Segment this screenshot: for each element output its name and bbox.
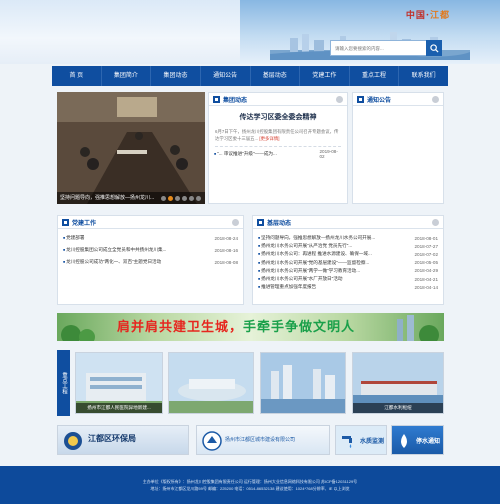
panel-header: 党建工作 — [58, 216, 243, 229]
link-title: 扬州市江都区城市建设有限公司 — [225, 437, 296, 443]
more-link[interactable]: [更多详情] — [259, 136, 279, 141]
project-caption: 扬州市江都人民医院异地新建... — [76, 403, 162, 413]
search-box — [330, 40, 442, 56]
slide-dot[interactable] — [168, 196, 173, 201]
section-icon — [62, 218, 69, 226]
slide-dot[interactable] — [196, 196, 201, 201]
site-header: 中国·江都 — [0, 0, 500, 64]
project-card[interactable] — [260, 352, 346, 414]
meeting-photo — [57, 92, 205, 204]
group-news-panel: 集团动态 传达学习区委全委会精神 6月7日下午，扬州龙川控股集团有限责任公司召开… — [208, 92, 348, 204]
panel-header: 基层动态 — [253, 216, 443, 229]
slide-dot[interactable] — [161, 196, 166, 201]
slide-dot[interactable] — [175, 196, 180, 201]
slideshow-dots — [161, 196, 201, 201]
grassroots-panel: 基层动态 坚持问题导向，强推思想解放—扬州龙川水务公司开展...2018-08-… — [252, 215, 444, 305]
list-item[interactable]: 龙川控股集团公司成立全党员和中共扬州龙川集...2018-08-16 — [63, 244, 238, 256]
link-title: 水质监测 — [360, 439, 385, 445]
link-outage-notice[interactable]: 停水通知 — [391, 425, 444, 455]
list-item[interactable]: 扬州龙川水务公司开展"水厂开放日"活动2018-04-21 — [258, 275, 438, 283]
civic-banner[interactable]: 肩并肩共建卫生城，手牵手争做文明人 — [57, 313, 444, 341]
slide-dot[interactable] — [182, 196, 187, 201]
link-title: 停水通知 — [416, 439, 441, 445]
list-item[interactable]: 坚持问题导向，强推思想解放—扬州龙川水务公司开展...2018-08-01 — [258, 234, 438, 242]
search-button[interactable] — [426, 40, 442, 56]
section-icon — [257, 218, 264, 226]
list-item[interactable]: 扬州龙川水务公司开展"从严治党 党员先行"...2018-07-27 — [258, 242, 438, 250]
list-item[interactable]: 扬州龙川水务公司：再进程 推进水源建设、确保一域...2018-07-02 — [258, 250, 438, 258]
company-logo-icon — [202, 431, 222, 451]
project-image — [169, 353, 253, 413]
projects-label: 重点工程 — [57, 350, 70, 416]
news-summary: 6月7日下午，扬州龙川控股集团有限责任公司召开专题会议，传达学习区委十三届五..… — [215, 129, 339, 141]
more-icon[interactable] — [432, 219, 439, 226]
panel-header: 集团动态 — [209, 93, 347, 106]
droplet-icon — [401, 434, 407, 448]
brand-logo: 中国·江都 — [405, 11, 450, 21]
news-list: "... 审议推进"升级"——成为...2019-08-02 — [209, 147, 347, 161]
news-feature: 传达学习区委全委会精神 6月7日下午，扬州龙川控股集团有限责任公司召开专题会议，… — [209, 106, 347, 142]
footer-address: 地址：扬州市江都区龙川路59号 邮编：225200 电话：0514-865321… — [150, 486, 350, 491]
nav-contact[interactable]: 联系我们 — [399, 66, 448, 86]
link-water-quality[interactable]: 水质监测 — [335, 425, 387, 455]
project-image — [261, 353, 345, 413]
main-nav: 首 页 集团简介 集团动态 通知公告 基层动态 党建工作 重点工程 联系我们 — [52, 66, 448, 86]
panel-header: 通知公告 — [353, 93, 443, 106]
project-caption: 江都水利枢纽 — [353, 403, 443, 413]
link-banner-city[interactable]: 扬州市江都区城市建设有限公司 — [196, 425, 330, 455]
panel-title: 基层动态 — [267, 220, 292, 227]
more-icon[interactable] — [432, 96, 439, 103]
more-icon[interactable] — [232, 219, 239, 226]
emblem-icon — [64, 432, 82, 450]
search-input[interactable] — [331, 41, 421, 55]
nav-group-news[interactable]: 集团动态 — [151, 66, 201, 86]
panel-title: 集团动态 — [223, 97, 248, 104]
link-banner-env[interactable]: 江都区环保局 — [57, 425, 189, 455]
link-title: 江都区环保局 — [88, 433, 136, 443]
grassroots-list: 坚持问题导向，强推思想解放—扬州龙川水务公司开展...2018-08-01 扬州… — [253, 229, 443, 294]
list-item[interactable]: 党建部署2018-08-24 — [63, 232, 238, 244]
list-item[interactable]: 龙川控股公司成功"两化一、双百"主题党日活动2018-08-08 — [63, 256, 238, 268]
nav-home[interactable]: 首 页 — [52, 66, 102, 86]
slide-dot[interactable] — [189, 196, 194, 201]
more-icon[interactable] — [336, 96, 343, 103]
news-slideshow[interactable]: 坚持问题导向，强推思想解放—扬州龙川... — [57, 92, 205, 204]
project-card[interactable]: 江都水利枢纽 — [352, 352, 444, 414]
project-card[interactable] — [168, 352, 254, 414]
banner-slogan: 肩并肩共建卫生城，手牵手争做文明人 — [117, 320, 356, 335]
panel-title: 党建工作 — [72, 220, 97, 227]
section-icon — [213, 95, 220, 103]
list-item[interactable]: 推进管理重点加强年度报告2018-04-14 — [258, 283, 438, 291]
party-panel: 党建工作 党建部署2018-08-24 龙川控股集团公司成立全党员和中共扬州龙川… — [57, 215, 244, 305]
list-item[interactable]: 扬州龙川水务公司开展"党的基层建设"——监督检察...2018-05-05 — [258, 259, 438, 267]
section-icon — [357, 95, 364, 103]
list-item[interactable]: "... 审议推进"升级"——成为...2019-08-02 — [214, 149, 342, 159]
notices-panel: 通知公告 — [352, 92, 444, 204]
party-list: 党建部署2018-08-24 龙川控股集团公司成立全党员和中共扬州龙川集...2… — [58, 229, 243, 271]
project-card[interactable]: 扬州市江都人民医院异地新建... — [75, 352, 163, 414]
footer-copyright: 主办单位《版权所有》：扬州龙川控股集团有限责任公司 运行管理：扬州大业信息网络科… — [142, 479, 358, 484]
nav-projects[interactable]: 重点工程 — [350, 66, 400, 86]
list-item[interactable]: 扬州龙川水务公司开展"两学一做"学习教育活动...2018-04-29 — [258, 267, 438, 275]
site-footer: 主办单位《版权所有》：扬州龙川控股集团有限责任公司 运行管理：扬州大业信息网络科… — [0, 466, 500, 504]
nav-party[interactable]: 党建工作 — [300, 66, 350, 86]
search-icon — [429, 43, 439, 53]
panel-title: 通知公告 — [367, 97, 392, 104]
nav-about[interactable]: 集团简介 — [102, 66, 152, 86]
faucet-icon — [342, 436, 352, 448]
nav-grassroots[interactable]: 基层动态 — [251, 66, 301, 86]
news-headline[interactable]: 传达学习区委全委会精神 — [215, 112, 341, 122]
nav-notices[interactable]: 通知公告 — [201, 66, 251, 86]
